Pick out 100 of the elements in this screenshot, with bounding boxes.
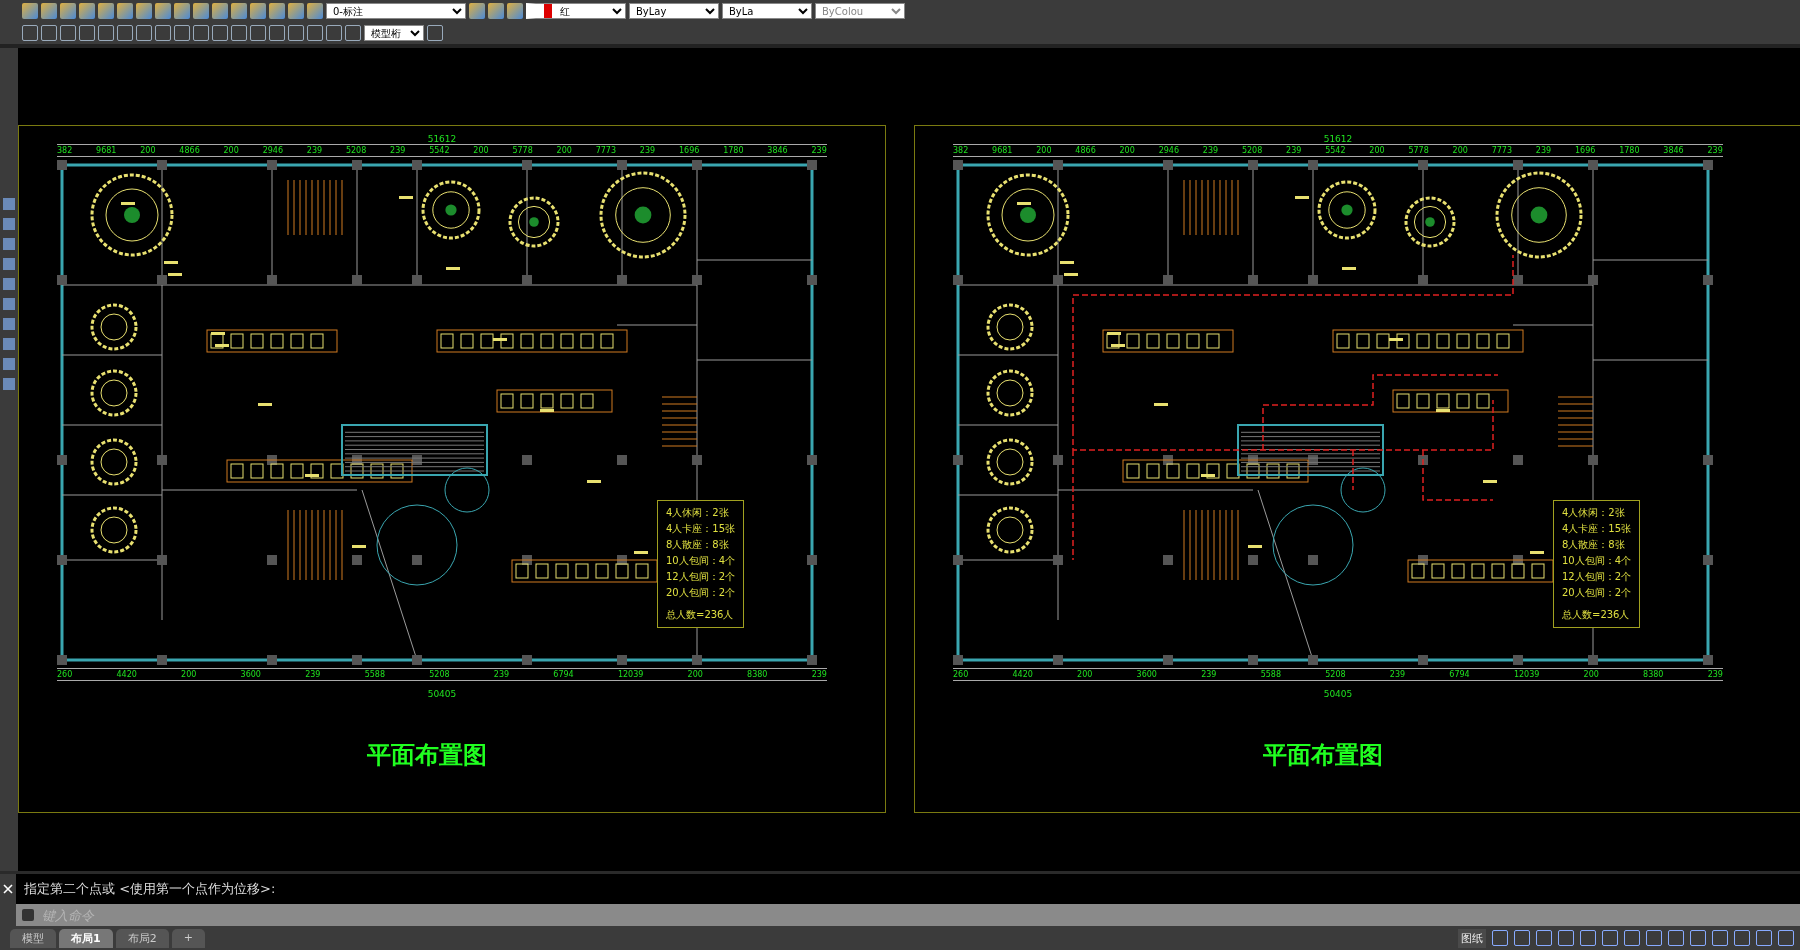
paper-space-button[interactable]: 图纸 <box>1458 928 1486 948</box>
toolbar-icon[interactable] <box>79 25 95 41</box>
toolbar-icon[interactable] <box>427 25 443 41</box>
dimension-text: 3600 <box>1136 670 1157 679</box>
dimension-text: 239 <box>1201 670 1217 679</box>
legend-text: 4人卡座：15张 <box>666 522 736 536</box>
dimension-text: 5208 <box>345 146 367 155</box>
legend-text: 4人卡座：15张 <box>1562 522 1632 536</box>
status-icon[interactable] <box>1734 930 1750 946</box>
legend-text: 12人包间：2个 <box>1562 570 1632 584</box>
dimension-text: 5778 <box>1408 146 1429 155</box>
dimension-text: 4866 <box>1075 146 1096 155</box>
dimension-text: 1696 <box>1574 146 1596 155</box>
status-icon[interactable] <box>1558 930 1574 946</box>
status-icon[interactable] <box>1668 930 1684 946</box>
dimension-text: 239 <box>305 670 321 679</box>
toolbar-icon[interactable] <box>307 25 323 41</box>
dimension-text: 4420 <box>116 670 137 679</box>
dimension-text: 5542 <box>1325 146 1346 155</box>
dimension-text: 8380 <box>747 670 768 679</box>
drawing-title: 平面布置图 <box>366 740 488 771</box>
status-icon[interactable] <box>1778 930 1794 946</box>
dimension-text: 200 <box>1452 146 1468 155</box>
dimension-text: 200 <box>1583 670 1599 679</box>
toolbar-icon[interactable] <box>212 25 228 41</box>
dimension-text: 1780 <box>1619 146 1640 155</box>
dimension-text: 239 <box>1707 146 1723 155</box>
linetype-dropdown[interactable]: ByLay <box>629 3 719 19</box>
dimension-text: 200 <box>1036 146 1052 155</box>
dimension-text: 239 <box>493 670 510 679</box>
drawing-title: 平面布置图 <box>1262 740 1384 771</box>
plotstyle-dropdown[interactable]: ByColou <box>815 3 905 19</box>
dimension-text: 3600 <box>240 670 261 679</box>
dimension-text: 5542 <box>429 146 450 155</box>
dimension-text: 239 <box>390 146 406 155</box>
layout-tab[interactable]: 布局2 <box>115 928 169 948</box>
status-icon[interactable] <box>1756 930 1772 946</box>
dimension-text: 200 <box>1119 146 1135 155</box>
toolbar-icon[interactable] <box>231 25 247 41</box>
dimension-text: 200 <box>1369 146 1385 155</box>
dimension-text: 50405 <box>426 689 458 699</box>
dimension-text: 239 <box>811 670 827 679</box>
dimension-text: 6794 <box>1449 670 1470 679</box>
toolbar-icon[interactable] <box>174 25 190 41</box>
dimension-text: 260 <box>953 670 969 679</box>
status-icon[interactable] <box>1514 930 1530 946</box>
legend-text: 总人数=236人 <box>666 608 735 622</box>
lineweight-dropdown[interactable]: ByLa <box>722 3 812 19</box>
dimension-text: 9681 <box>96 146 117 155</box>
dimension-text: 7773 <box>1491 146 1513 155</box>
close-icon[interactable] <box>3 884 13 894</box>
status-icon[interactable] <box>1690 930 1706 946</box>
prompt-icon <box>22 909 34 921</box>
dimension-text: 6794 <box>553 670 574 679</box>
toolbar-icon[interactable] <box>288 25 304 41</box>
dimension-text: 9681 <box>992 146 1013 155</box>
toolbar-icon[interactable] <box>41 25 57 41</box>
legend-text: 8人散座：8张 <box>1562 538 1626 552</box>
legend-text: 总人数=236人 <box>1562 608 1631 622</box>
layer-dropdown[interactable]: 0-标注 <box>326 3 466 19</box>
toolbar-icon[interactable] <box>136 25 152 41</box>
toolbar-icon[interactable] <box>22 25 38 41</box>
legend-text: 4人休闲：2张 <box>666 506 730 520</box>
color-dropdown[interactable]: 红 <box>526 3 626 19</box>
layout-tab[interactable]: + <box>171 928 205 948</box>
dimension-text: 382 <box>57 146 73 155</box>
dimension-text: 2946 <box>262 146 283 155</box>
toolbar-icon[interactable] <box>250 25 266 41</box>
dimension-text: 5208 <box>1325 670 1346 679</box>
dimension-text: 12039 <box>617 670 644 679</box>
toolbar-icon[interactable] <box>345 25 361 41</box>
status-icon[interactable] <box>1492 930 1508 946</box>
dimension-text: 5588 <box>364 670 385 679</box>
dimension-text: 5208 <box>1241 146 1263 155</box>
status-icon[interactable] <box>1624 930 1640 946</box>
dimension-text: 51612 <box>426 134 458 144</box>
command-history: 指定第二个点或 <使用第一个点作为位移>: <box>24 880 276 898</box>
layout-tab[interactable]: 模型 <box>10 928 56 948</box>
dimension-text: 2946 <box>1158 146 1179 155</box>
toolbar-icon[interactable] <box>155 25 171 41</box>
dimension-text: 239 <box>1286 146 1302 155</box>
status-icon[interactable] <box>1712 930 1728 946</box>
status-icon[interactable] <box>1536 930 1552 946</box>
toolbar-icon[interactable] <box>60 25 76 41</box>
scale-dropdown[interactable]: 模型桁 <box>364 25 424 41</box>
status-icon[interactable] <box>1580 930 1596 946</box>
toolbar-icon[interactable] <box>117 25 133 41</box>
dimension-text: 50405 <box>1322 689 1354 699</box>
toolbar-icon[interactable] <box>98 25 114 41</box>
toolbar-icon[interactable] <box>269 25 285 41</box>
dimension-text: 1780 <box>723 146 744 155</box>
toolbar-icon[interactable] <box>193 25 209 41</box>
layout-tab[interactable]: 布局1 <box>59 928 113 948</box>
dimension-text: 1696 <box>678 146 700 155</box>
status-icon[interactable] <box>1602 930 1618 946</box>
dimension-text: 3846 <box>767 146 788 155</box>
legend-text: 20人包间：2个 <box>666 586 736 600</box>
legend-text: 4人休闲：2张 <box>1562 506 1626 520</box>
toolbar-icon[interactable] <box>326 25 342 41</box>
status-icon[interactable] <box>1646 930 1662 946</box>
